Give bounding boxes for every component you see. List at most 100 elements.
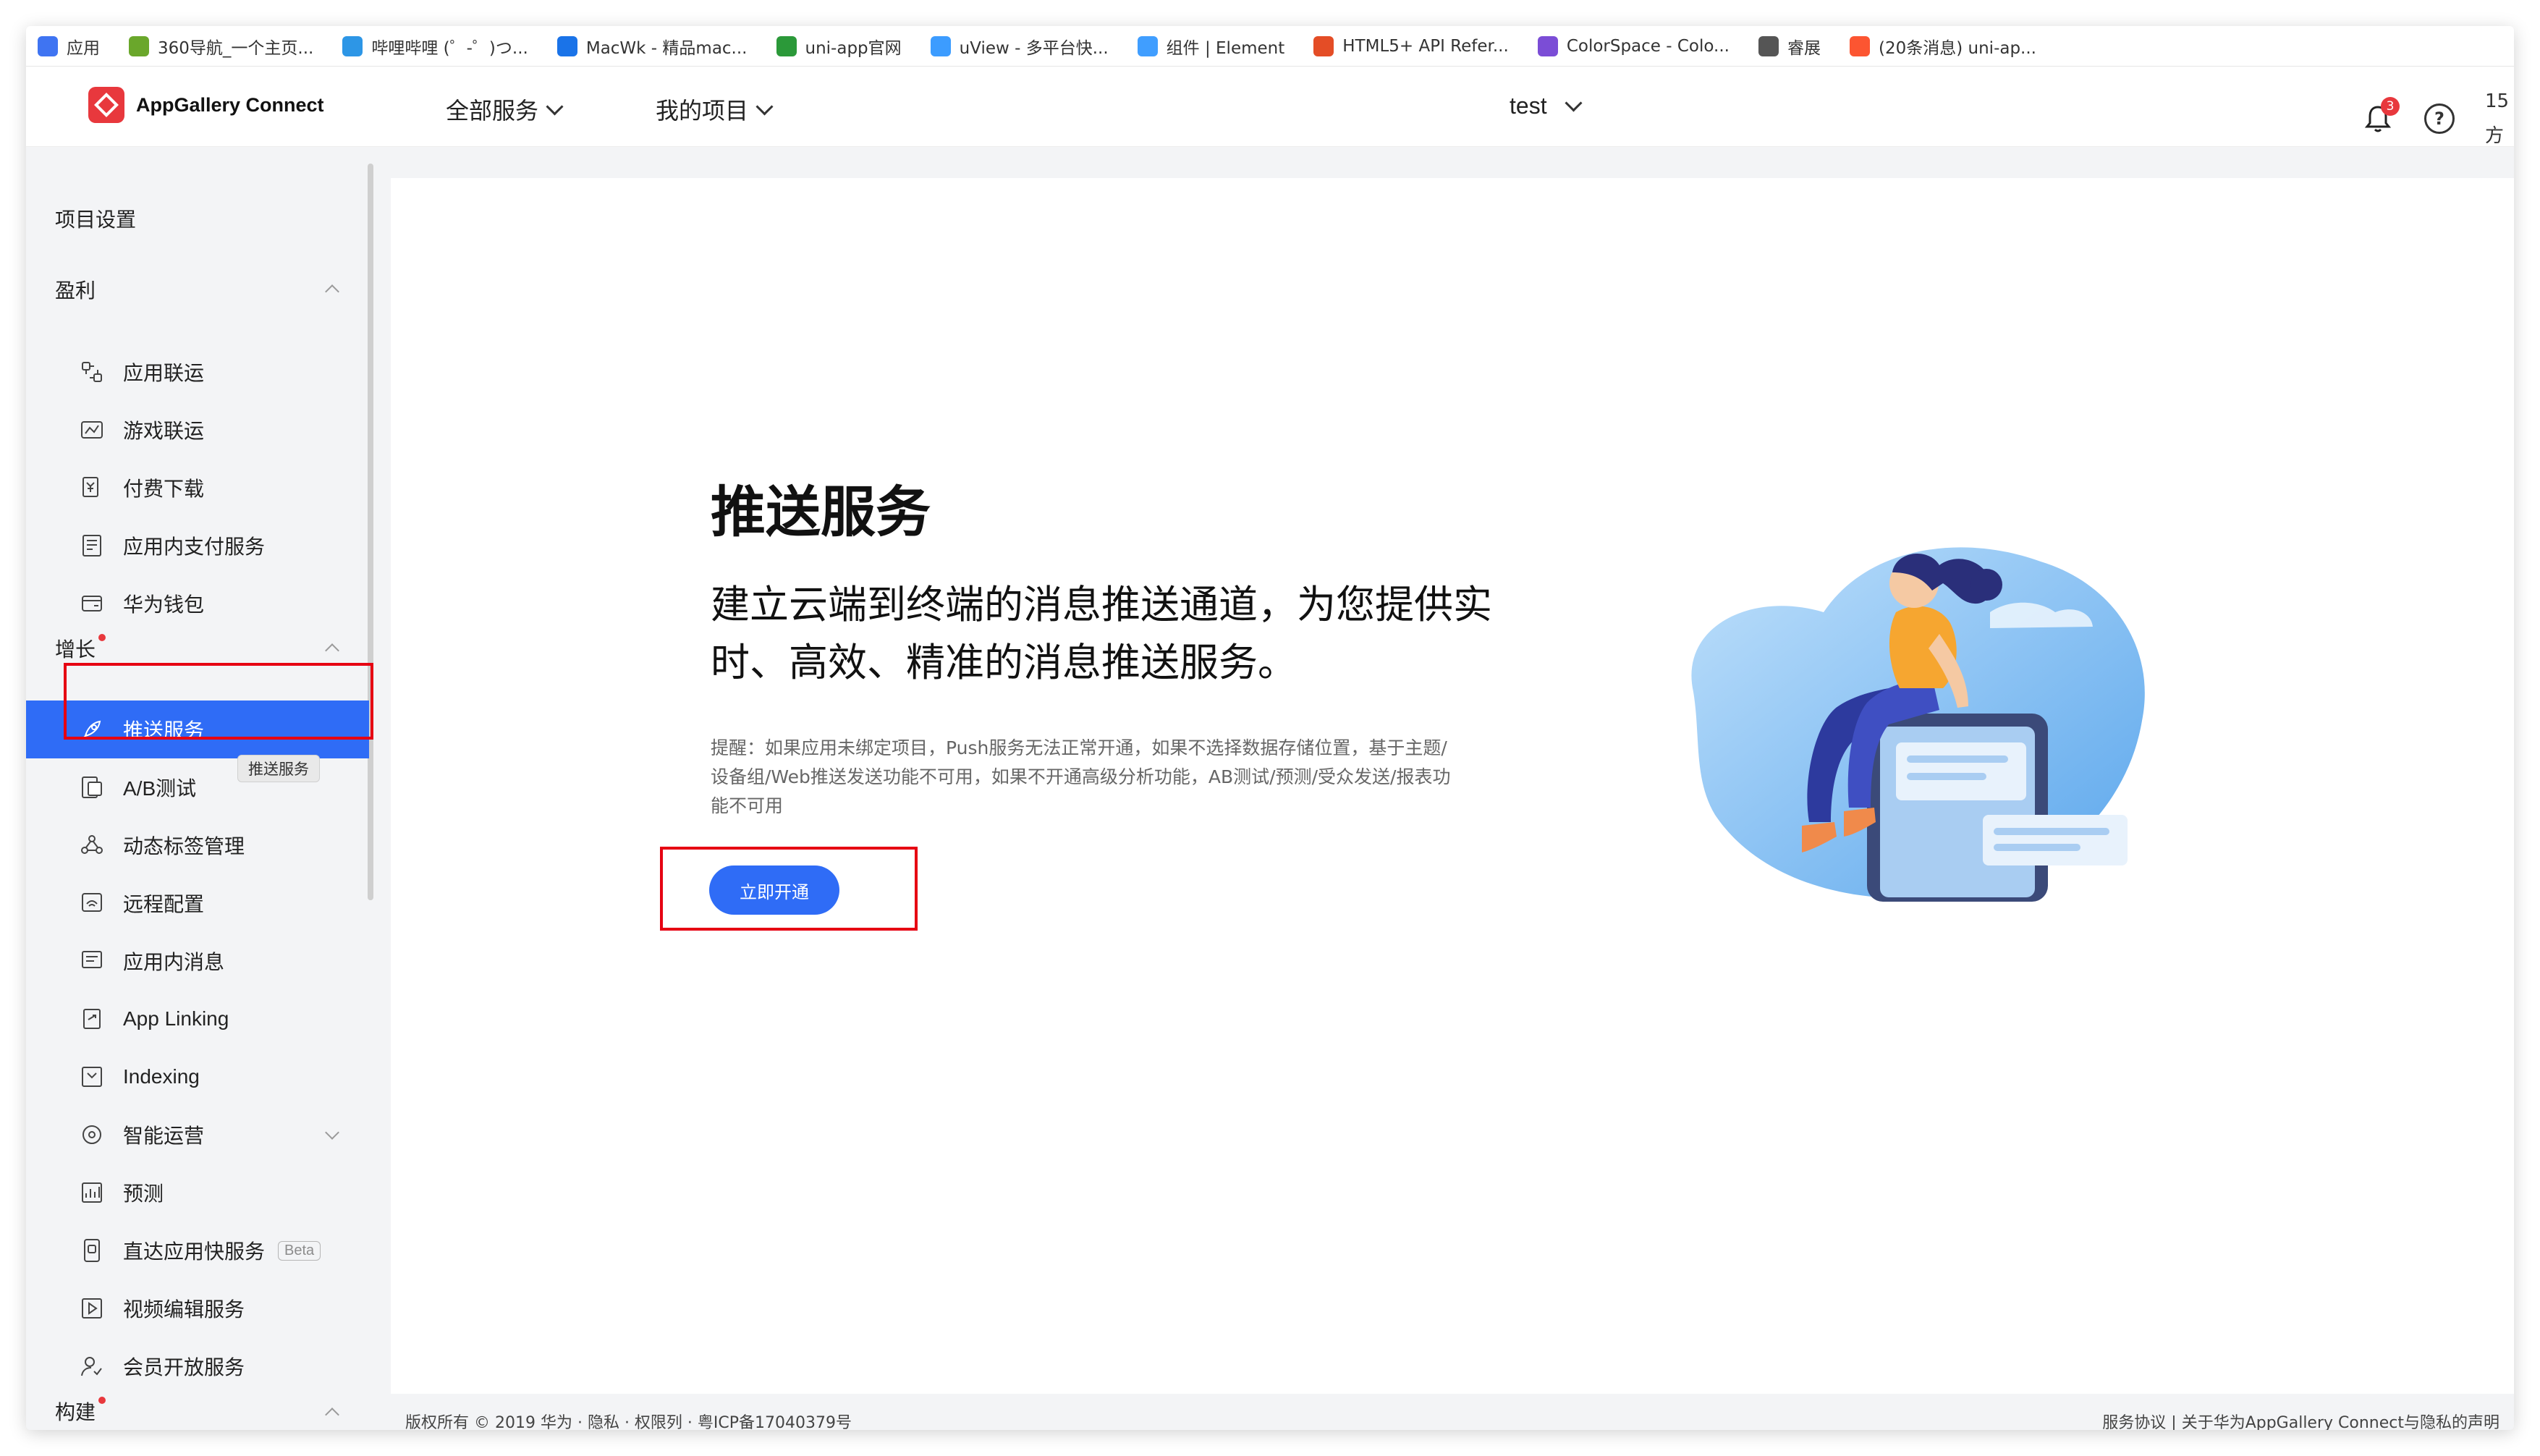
bookmarks-bar: 应用 360导航_一个主页... 哔哩哔哩 (゜-゜)つ... MacWk - 精品m… [26,26,2514,67]
help-icon[interactable]: ? [2424,103,2455,134]
notification-badge: 3 [2381,97,2400,116]
sidebar-scrollbar[interactable] [368,164,373,900]
indexing-icon [78,1063,106,1091]
link-icon [78,358,106,386]
csdn-icon [1850,35,1870,56]
in-app-payment-icon [78,532,106,559]
sidebar-item-label: A/B测试 [123,777,197,800]
element-icon [1137,35,1158,56]
bookmark-label: ColorSpace - Colo... [1566,36,1730,56]
sidebar-item-label: 视频编辑服务 [123,1298,245,1321]
nav-my-projects[interactable]: 我的项目 [656,93,774,126]
sidebar-item-prediction[interactable]: 预测 [26,1164,368,1222]
beta-badge: Beta [278,1240,321,1261]
chevron-down-icon [755,97,774,116]
chevron-up-icon[interactable] [325,643,339,658]
chevron-up-icon[interactable] [325,284,339,299]
colorspace-icon [1537,35,1558,56]
sidebar-item-label: 应用内消息 [123,950,225,974]
smart-ops-icon [78,1121,106,1148]
sidebar-item-app-distribution[interactable]: 应用联运 [26,343,368,401]
page-subtitle: 建立云端到终端的消息推送通道，为您提供实时、高效、精准的消息推送服务。 [711,582,1492,685]
sidebar-item-label: 动态标签管理 [123,834,245,858]
prediction-icon [78,1179,106,1206]
html5-icon [1313,35,1334,56]
sidebar-item-label: 游戏联运 [123,419,205,443]
sidebar-item-wallet[interactable]: 华为钱包 [26,575,368,632]
user-info-line1: 15 [2485,90,2510,112]
bookmark-label: HTML5+ API Refer... [1342,36,1509,56]
wallet-icon [78,590,106,617]
bookmark-item[interactable]: ColorSpace - Colo... [1537,35,1730,56]
sidebar-item-paid-download[interactable]: 付费下载 [26,459,368,517]
uview-icon [930,35,951,56]
project-name: test [1510,93,1547,119]
sidebar-item-label: 智能运营 [123,1124,205,1148]
sidebar-item-video-edit[interactable]: 视频编辑服务 [26,1279,368,1337]
tooltip: 推送服务 [237,755,320,782]
bookmark-item[interactable]: (20条消息) uni-ap... [1850,34,2036,59]
bookmark-item[interactable]: uni-app官网 [776,34,902,59]
highlight-box-enable-button [660,847,918,931]
footer-links[interactable]: 服务协议 | 关于华为AppGallery Connect与隐私的声明 [2102,1414,2499,1430]
page-footer: 版权所有 © 2019 华为 · 隐私 · 权限列 · 粤ICP备1704037… [391,1414,2514,1430]
page-title: 推送服务 [711,480,931,544]
quick-app-icon [78,1237,106,1264]
sidebar-item-quick-app[interactable]: 直达应用快服务 Beta [26,1222,368,1279]
notification-button[interactable]: 3 [2362,97,2400,135]
sidebar-item-label: 直达应用快服务 [123,1240,266,1264]
nav-my-projects-label: 我的项目 [656,97,749,124]
sidebar-item-game-distribution[interactable]: 游戏联运 [26,401,368,459]
sidebar-item-label: Indexing [123,1065,200,1088]
sidebar-item-label: 会员开放服务 [123,1355,245,1379]
sidebar-project-settings[interactable]: 项目设置 [55,204,136,233]
user-info-truncated[interactable]: 15 方 [2485,84,2514,153]
notice-text: 提醒：如果应用未绑定项目，Push服务无法正常开通，如果不选择数据存储位置，基于… [711,737,1451,816]
folder-icon [1758,35,1779,56]
sidebar-item-tag-manager[interactable]: 动态标签管理 [26,816,368,874]
sidebar-item-app-linking[interactable]: App Linking [26,990,368,1048]
paid-download-icon [78,474,106,501]
sidebar-group-monetize[interactable]: 盈利 [55,275,96,304]
project-selector[interactable]: test [1510,93,1583,119]
sidebar-item-indexing[interactable]: Indexing [26,1048,368,1106]
sidebar: 项目设置 盈利 增长 构建 应用联运游戏联运付费下载应用内支付服务 华为钱包推送服… [26,26,375,1430]
macwk-icon [556,35,577,56]
bookmark-label: uView - 多平台快... [959,38,1109,58]
group-monetize-label: 盈利 [55,279,96,302]
chevron-up-icon[interactable] [325,1408,339,1422]
nav-all-services[interactable]: 全部服务 [446,93,564,126]
game-icon [78,416,106,444]
user-info-line2: 方 [2485,125,2505,147]
chevron-down-icon [546,97,564,116]
new-indicator-dot [98,1397,106,1404]
sidebar-group-build[interactable]: 构建 [55,1397,106,1426]
in-app-message-icon [78,947,106,975]
sidebar-item-label: 付费下载 [123,477,205,501]
sidebar-item-remote-config[interactable]: 远程配置 [26,874,368,932]
sidebar-group-grow[interactable]: 增长 [55,634,106,663]
new-indicator-dot [98,634,106,641]
bookmark-item[interactable]: MacWk - 精品mac... [556,34,748,59]
sidebar-item-in-app-payment[interactable]: 应用内支付服务 [26,517,368,575]
sidebar-item-in-app-message[interactable]: 应用内消息 [26,932,368,990]
remote-config-icon [78,889,106,917]
sidebar-item-membership[interactable]: 会员开放服务 [26,1337,368,1395]
sidebar-item-label: App Linking [123,1007,229,1030]
bookmark-label: uni-app官网 [805,38,902,58]
bookmark-item[interactable]: 睿展 [1758,34,1821,59]
footer-copyright: 版权所有 © 2019 华为 · 隐私 · 权限列 · 粤ICP备1704037… [405,1414,852,1430]
header-actions: 3 ? 15 方 [2362,84,2514,153]
bookmark-label: 哔哩哔哩 (゜-゜)つ... [371,38,528,58]
sidebar-item-smart-ops[interactable]: 智能运营 [26,1106,368,1164]
bookmark-item[interactable]: uView - 多平台快... [930,34,1109,59]
bookmark-item[interactable]: HTML5+ API Refer... [1313,35,1509,56]
app-linking-icon [78,1005,106,1033]
bookmark-label: 组件 | Element [1166,38,1285,58]
video-edit-icon [78,1295,106,1322]
bookmark-label: MacWk - 精品mac... [585,38,748,58]
ab-test-icon [78,774,106,801]
browser-window: 应用 360导航_一个主页... 哔哩哔哩 (゜-゜)つ... MacWk - 精品m… [26,26,2514,1430]
bookmark-item[interactable]: 组件 | Element [1137,34,1285,59]
bookmark-label: (20条消息) uni-ap... [1879,38,2036,58]
